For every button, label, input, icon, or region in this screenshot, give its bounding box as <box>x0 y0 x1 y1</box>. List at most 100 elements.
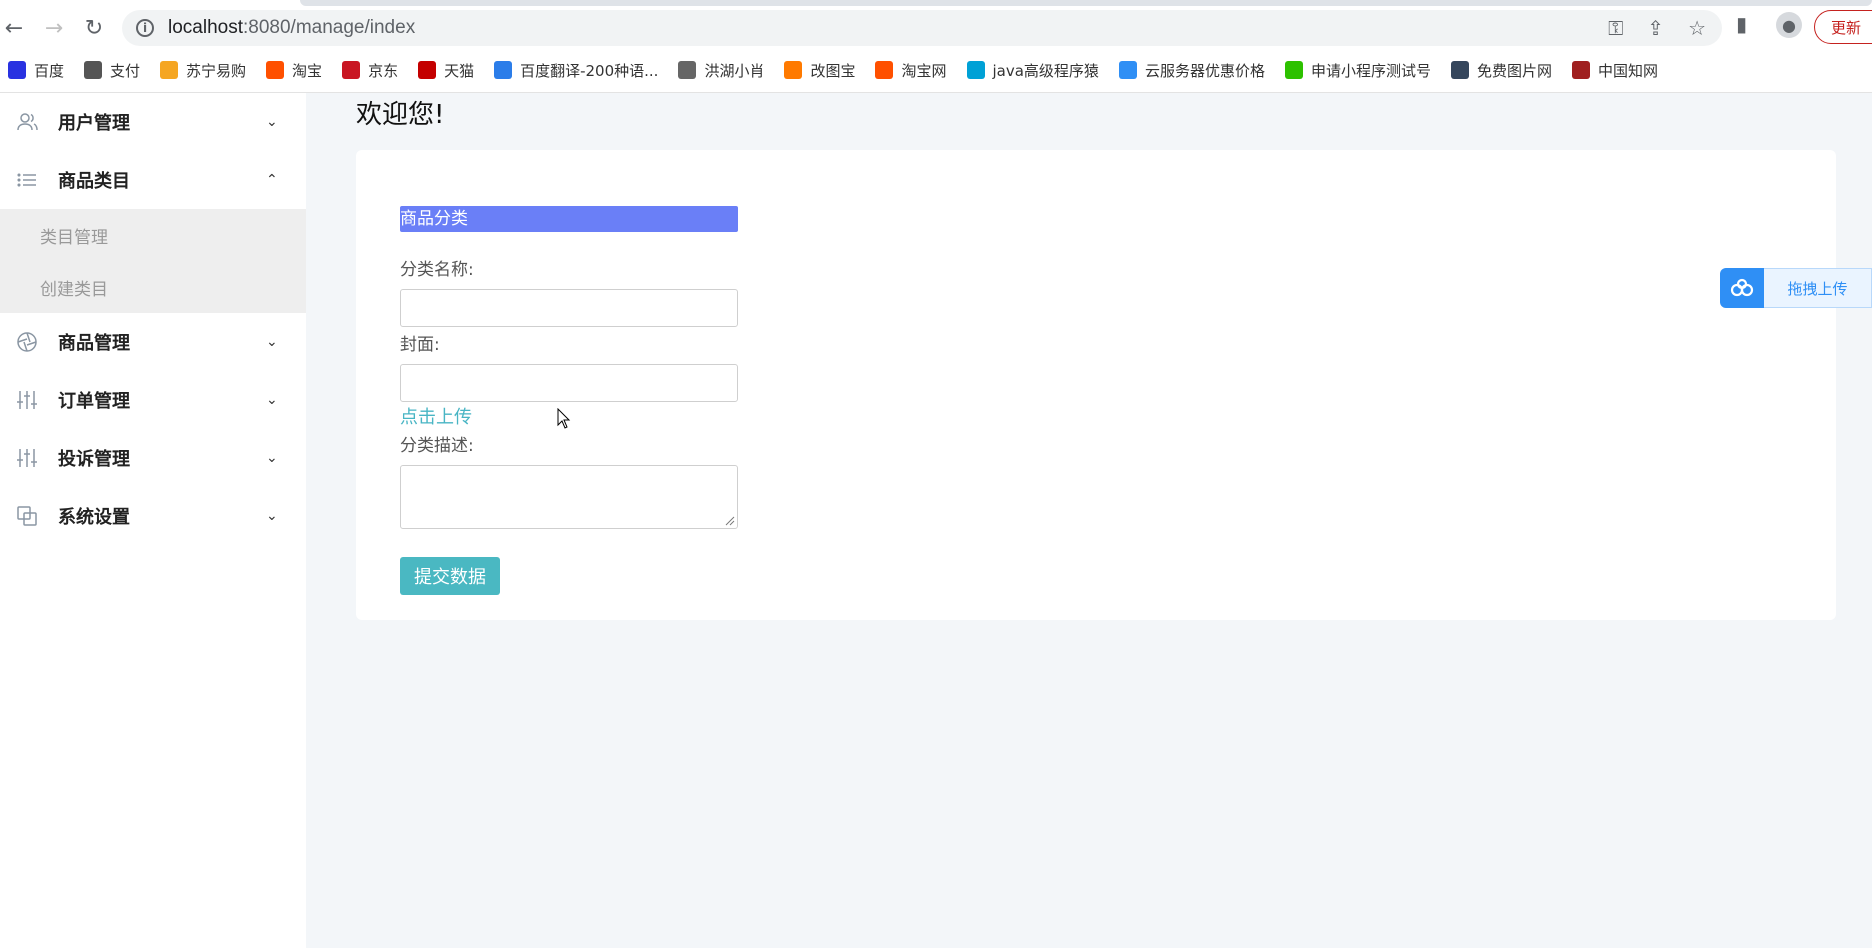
sidebar-item-order-management[interactable]: 订单管理 ⌄ <box>0 371 306 429</box>
back-icon[interactable]: ← <box>0 14 28 42</box>
category-description-textarea[interactable] <box>400 465 738 529</box>
bookmark-label: 云服务器优惠价格 <box>1144 61 1265 80</box>
bookmark-label: 百度 <box>34 61 65 80</box>
bookmark-label: 中国知网 <box>1597 61 1658 80</box>
category-name-label: 分类名称: <box>400 260 474 280</box>
share-icon[interactable]: ⇪ <box>1647 16 1664 40</box>
bird-icon <box>678 61 697 79</box>
sidebar-item-label: 商品管理 <box>58 333 130 354</box>
cloud-upload-icon <box>1720 268 1764 308</box>
bookmark-item[interactable]: 淘宝网 <box>875 60 947 81</box>
bookmark-label: 免费图片网 <box>1476 61 1552 80</box>
submit-button[interactable]: 提交数据 <box>400 557 500 595</box>
bookmark-item[interactable]: 改图宝 <box>784 60 855 81</box>
drag-upload-label: 拖拽上传 <box>1764 268 1872 308</box>
cnki-icon <box>1571 61 1590 79</box>
bookmark-item[interactable]: 免费图片网 <box>1450 60 1552 81</box>
update-button[interactable]: 更新 <box>1814 10 1872 44</box>
jd-icon <box>342 61 361 79</box>
address-bar[interactable]: i localhost:8080/manage/index ⚿ ⇪ ☆ <box>122 10 1722 46</box>
sliders-icon <box>16 389 38 411</box>
reload-icon[interactable]: ↻ <box>80 14 108 42</box>
bilibili-icon <box>966 61 985 79</box>
baidu-icon <box>8 61 26 79</box>
bookmark-label: 申请小程序测试号 <box>1310 61 1431 80</box>
gaitubao-icon <box>784 61 803 79</box>
bookmark-item[interactable]: 支付 <box>84 60 140 81</box>
sidebar-item-label: 投诉管理 <box>58 449 130 470</box>
submenu-item-create-category[interactable]: 创建类目 <box>0 261 306 313</box>
bookmark-item[interactable]: 洪湖小肖 <box>678 60 764 81</box>
bookmark-label: 淘宝 <box>292 61 323 80</box>
sidebar: 用户管理 ⌄ 商品类目 ⌃ 类目管理 创建类目 商品管理 ⌄ 订单管理 ⌄ 投诉… <box>0 93 306 948</box>
bookmarks-bar: 百度 支付 苏宁易购 淘宝 京东 天猫 百度翻译-200种语... 洪湖小肖 改图宝 淘宝网 jav… <box>0 56 1670 84</box>
browser-chrome: ← → ↻ i localhost:8080/manage/index ⚿ ⇪ … <box>0 0 1872 93</box>
sidebar-item-category[interactable]: 商品类目 ⌃ <box>0 151 306 209</box>
chevron-down-icon: ⌄ <box>266 508 278 524</box>
bookmark-item[interactable]: 苏宁易购 <box>160 60 246 81</box>
tmall-icon <box>418 61 437 79</box>
wechat-icon <box>1284 61 1303 79</box>
category-description-label: 分类描述: <box>400 436 474 456</box>
translate-icon <box>494 61 513 79</box>
bookmark-item[interactable]: 中国知网 <box>1571 60 1658 81</box>
taobao-net-icon <box>875 61 894 79</box>
sidebar-item-complaint-management[interactable]: 投诉管理 ⌄ <box>0 429 306 487</box>
bookmark-item[interactable]: 云服务器优惠价格 <box>1118 60 1265 81</box>
bookmark-item[interactable]: 申请小程序测试号 <box>1284 60 1431 81</box>
bookmark-label: 洪湖小肖 <box>704 61 765 80</box>
copy-icon <box>16 505 38 527</box>
suning-icon <box>160 61 179 79</box>
forward-icon[interactable]: → <box>40 14 68 42</box>
url-path: :8080/manage/index <box>243 17 416 38</box>
sidebar-item-user-management[interactable]: 用户管理 ⌄ <box>0 93 306 151</box>
key-icon[interactable]: ⚿ <box>1608 16 1623 40</box>
bookmark-item[interactable]: 百度 <box>8 60 64 81</box>
chevron-down-icon: ⌄ <box>266 114 278 130</box>
form-title: 商品分类 <box>400 206 738 232</box>
bookmark-item[interactable]: 百度翻译-200种语... <box>494 60 658 81</box>
sidebar-item-product-management[interactable]: 商品管理 ⌄ <box>0 313 306 371</box>
bookmark-label: java高级程序猿 <box>992 61 1099 80</box>
bookmark-item[interactable]: 京东 <box>342 60 398 81</box>
list-icon <box>16 169 38 191</box>
bookmark-label: 淘宝网 <box>901 61 947 80</box>
bookmark-label: 改图宝 <box>810 61 856 80</box>
site-info-icon[interactable]: i <box>136 19 154 37</box>
cover-label: 封面: <box>400 335 440 355</box>
star-icon[interactable]: ☆ <box>1688 16 1706 40</box>
sliders-icon <box>16 447 38 469</box>
chevron-down-icon: ⌄ <box>266 334 278 350</box>
address-bar-actions: ⚿ ⇪ ☆ <box>1608 16 1706 40</box>
bookmark-label: 百度翻译-200种语... <box>520 61 659 80</box>
sidebar-item-system-settings[interactable]: 系统设置 ⌄ <box>0 487 306 545</box>
bookmark-label: 天猫 <box>444 61 475 80</box>
submenu-item-category-management[interactable]: 类目管理 <box>0 209 306 261</box>
cloud-icon <box>1118 61 1137 79</box>
category-name-input[interactable] <box>400 289 738 327</box>
chevron-up-icon: ⌃ <box>266 172 278 188</box>
tumblr-icon <box>1450 61 1469 79</box>
bookmark-item[interactable]: java高级程序猿 <box>966 60 1099 81</box>
drag-upload-widget[interactable]: 拖拽上传 <box>1720 268 1872 308</box>
resize-handle-icon[interactable] <box>725 516 735 526</box>
cover-input[interactable] <box>400 364 738 402</box>
sidebar-item-label: 商品类目 <box>58 171 130 192</box>
sidebar-item-label: 系统设置 <box>58 507 130 528</box>
bookmark-item[interactable]: 淘宝 <box>266 60 322 81</box>
sidebar-item-label: 用户管理 <box>58 113 130 134</box>
chevron-down-icon: ⌄ <box>266 392 278 408</box>
profile-avatar-icon[interactable]: ● <box>1776 12 1802 38</box>
url-text[interactable]: localhost:8080/manage/index <box>168 17 415 39</box>
mouse-cursor-icon <box>557 408 571 429</box>
page-title: 欢迎您! <box>356 100 445 130</box>
profile-wrap: ● <box>1776 12 1802 38</box>
sidepanel-icon[interactable]: ▮ <box>1736 12 1747 36</box>
taobao-icon <box>266 61 285 79</box>
aperture-icon <box>16 331 38 353</box>
url-host: localhost <box>168 17 243 38</box>
sidebar-item-label: 订单管理 <box>58 391 130 412</box>
chevron-down-icon: ⌄ <box>266 450 278 466</box>
upload-link[interactable]: 点击上传 <box>400 403 472 429</box>
bookmark-item[interactable]: 天猫 <box>418 60 474 81</box>
